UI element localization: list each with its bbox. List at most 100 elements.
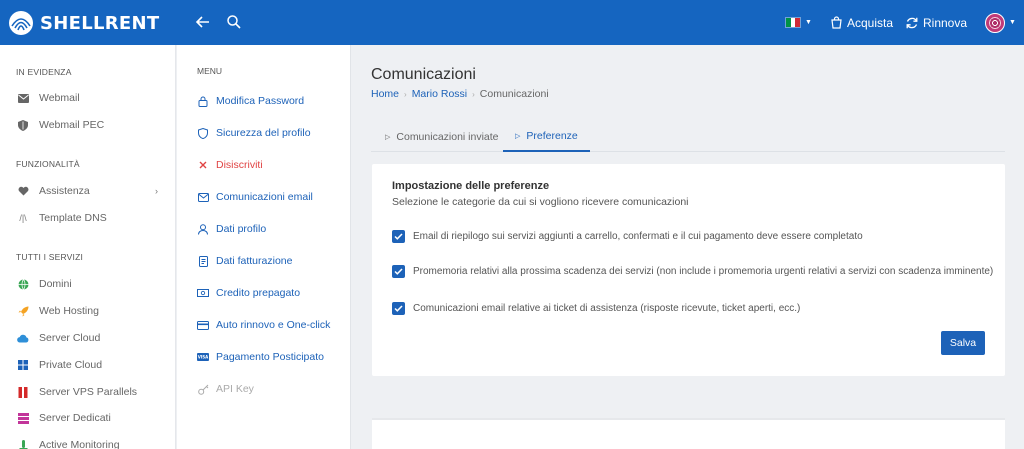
sidebar-section-highlights: IN EVIDENZA	[16, 67, 72, 77]
option-label: Email di riepilogo sui servizi aggiunti …	[413, 231, 863, 242]
sidebar-item-template-dns[interactable]: /|\ Template DNS	[16, 209, 166, 227]
sidebar-item-label: Server Cloud	[39, 332, 101, 344]
user-menu[interactable]: ▼	[985, 0, 1016, 45]
rocket-icon	[16, 304, 30, 318]
menu-item-auto-renew[interactable]: Auto rinnovo e One-click	[197, 316, 347, 334]
sidebar-item-label: Domini	[39, 278, 72, 290]
checkbox-checked[interactable]	[392, 302, 405, 315]
tab-label: Preferenze	[526, 130, 578, 142]
heart-icon	[16, 184, 30, 198]
breadcrumb-home[interactable]: Home	[371, 88, 399, 100]
cloud-icon	[16, 331, 30, 345]
renew-button[interactable]: Rinnova	[905, 0, 967, 45]
menu-item-billing-data[interactable]: Dati fatturazione	[197, 252, 347, 270]
sidebar-item-server-cloud[interactable]: Server Cloud	[16, 329, 166, 347]
parallels-icon	[16, 385, 30, 399]
menu-item-label: Disiscriviti	[216, 159, 263, 171]
breadcrumb-separator-icon: ›	[472, 89, 475, 99]
option-label: Comunicazioni email relative ai ticket d…	[413, 303, 801, 314]
shopping-bag-icon	[831, 16, 842, 29]
menu-item-profile-security[interactable]: Sicurezza del profilo	[197, 124, 347, 142]
save-button[interactable]: Salva	[941, 331, 985, 355]
svg-text:VISA: VISA	[198, 355, 209, 360]
buy-button[interactable]: Acquista	[830, 0, 893, 45]
checkbox-checked[interactable]	[392, 230, 405, 243]
sidebar-item-web-hosting[interactable]: Web Hosting	[16, 302, 166, 320]
search-icon[interactable]	[224, 12, 244, 32]
menu-item-label: Sicurezza del profilo	[216, 127, 311, 139]
menu-item-label: Credito prepagato	[216, 287, 301, 299]
menu-item-email-communications[interactable]: Comunicazioni email	[197, 188, 347, 206]
breadcrumb-user[interactable]: Mario Rossi	[412, 88, 467, 100]
shield-icon	[16, 118, 30, 132]
card-icon	[197, 319, 209, 331]
caret-down-icon: ▼	[805, 19, 812, 26]
refresh-icon	[906, 17, 918, 28]
menu-item-unsubscribe[interactable]: Disiscriviti	[197, 156, 347, 174]
top-bar: SHELLRENT ▼ Acquista Rinnova ▼	[0, 0, 1024, 45]
preference-option-support-tickets[interactable]: Comunicazioni email relative ai ticket d…	[392, 302, 800, 315]
sidebar-item-label: Template DNS	[39, 212, 107, 224]
invoice-icon	[197, 255, 209, 267]
dns-icon: /|\	[19, 213, 27, 223]
triangle-right-icon: ▷	[385, 134, 391, 141]
sidebar-item-vps-parallels[interactable]: Server VPS Parallels	[16, 383, 166, 401]
visa-icon: VISA	[197, 351, 209, 363]
preference-option-expiry-reminders[interactable]: Promemoria relativi alla prossima scaden…	[392, 265, 993, 278]
money-icon	[197, 287, 209, 299]
sidebar-item-label: Webmail	[39, 92, 80, 104]
sidebar: IN EVIDENZA Webmail Webmail PEC FUNZIONA…	[0, 45, 176, 449]
sidebar-item-label: Server Dedicati	[39, 412, 111, 424]
breadcrumb-separator-icon: ›	[404, 89, 407, 99]
sidebar-item-label: Server VPS Parallels	[39, 386, 138, 398]
menu-title: MENU	[197, 66, 223, 76]
menu-item-profile-data[interactable]: Dati profilo	[197, 220, 347, 238]
globe-icon	[16, 277, 30, 291]
option-label: Promemoria relativi alla prossima scaden…	[413, 266, 994, 277]
tab-sent-communications[interactable]: ▷ Comunicazioni inviate	[373, 122, 511, 152]
envelope-icon	[16, 91, 30, 105]
menu-item-deferred-payment[interactable]: VISA Pagamento Posticipato	[197, 348, 347, 366]
sidebar-item-server-dedicati[interactable]: Server Dedicati	[16, 409, 166, 427]
menu-item-prepaid-credit[interactable]: Credito prepagato	[197, 284, 347, 302]
buy-label: Acquista	[847, 15, 894, 30]
tab-preferences[interactable]: ▷ Preferenze	[503, 122, 590, 152]
sidebar-item-label: Assistenza	[39, 185, 90, 197]
breadcrumb-current: Comunicazioni	[479, 88, 549, 100]
menu-item-label: Comunicazioni email	[216, 191, 313, 203]
sidebar-item-private-cloud[interactable]: Private Cloud	[16, 356, 166, 374]
preference-option-cart-summary[interactable]: Email di riepilogo sui servizi aggiunti …	[392, 230, 863, 243]
menu-item-label: Pagamento Posticipato	[216, 351, 324, 363]
sidebar-item-active-monitoring[interactable]: Active Monitoring	[16, 436, 166, 449]
sidebar-item-webmail-pec[interactable]: Webmail PEC	[16, 116, 166, 134]
user-icon	[197, 223, 209, 235]
envelope-icon	[197, 191, 209, 203]
sidebar-item-label: Active Monitoring	[39, 439, 120, 449]
page-title: Comunicazioni	[371, 66, 476, 83]
menu-item-label: API Key	[216, 383, 254, 395]
secondary-card	[372, 418, 1005, 449]
card-title: Impostazione delle preferenze	[392, 180, 550, 192]
checkbox-checked[interactable]	[392, 265, 405, 278]
menu-item-label: Dati fatturazione	[216, 255, 293, 267]
logo[interactable]: SHELLRENT	[8, 9, 159, 37]
sidebar-item-label: Web Hosting	[39, 305, 99, 317]
sidebar-item-domini[interactable]: Domini	[16, 275, 166, 293]
sidebar-item-label: Webmail PEC	[39, 119, 105, 131]
caret-down-icon: ▼	[1009, 19, 1016, 26]
sidebar-item-assistenza[interactable]: Assistenza ›	[16, 182, 166, 200]
account-menu: MENU Modifica Password Sicurezza del pro…	[177, 45, 351, 449]
sidebar-section-features: FUNZIONALITÀ	[16, 159, 80, 169]
triangle-right-icon: ▷	[515, 133, 521, 140]
card-subtitle: Selezione le categorie da cui si voglion…	[392, 196, 689, 208]
server-icon	[16, 411, 30, 425]
chevron-right-icon: ›	[155, 186, 158, 196]
menu-item-api-key[interactable]: API Key	[197, 380, 347, 398]
sidebar-item-webmail[interactable]: Webmail	[16, 89, 166, 107]
back-arrow-icon[interactable]	[193, 12, 213, 32]
menu-item-change-password[interactable]: Modifica Password	[197, 92, 347, 110]
language-selector[interactable]: ▼	[785, 0, 812, 45]
brand-name: SHELLRENT	[40, 12, 160, 34]
tab-bar: ▷ Comunicazioni inviate ▷ Preferenze	[371, 122, 1005, 152]
menu-item-label: Dati profilo	[216, 223, 267, 235]
